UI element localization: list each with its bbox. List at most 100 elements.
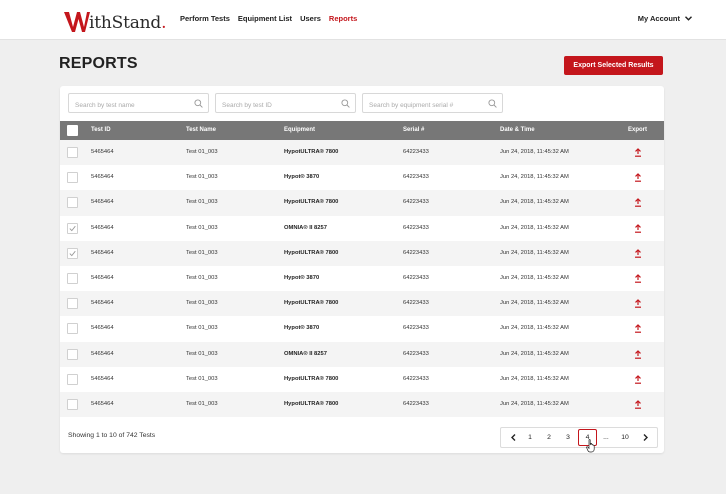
- cell-equipment: Hypot® 3870: [284, 274, 320, 281]
- cell-date-time: Jun 24, 2018, 11:45:32 AM: [500, 149, 569, 155]
- nav-equipment-list[interactable]: Equipment List: [238, 14, 292, 23]
- search-icon[interactable]: [341, 99, 350, 108]
- cell-test-name: Test 01_003: [186, 199, 218, 206]
- row-checkbox[interactable]: [67, 222, 78, 234]
- table-row[interactable]: 5465464 Test 01_003 Hypot® 3870 64223433 Jun…: [60, 316, 664, 341]
- page-title: REPORTS: [59, 55, 138, 72]
- search-filters: [68, 93, 503, 115]
- cell-date-time: Jun 24, 2018, 11:45:32 AM: [500, 300, 569, 307]
- table-row[interactable]: 5465464 Test 01_003 HypotULTRA® 7800 642234…: [60, 240, 664, 266]
- table-row[interactable]: 5465464 Test 01_003 HypotULTRA® 7800 642234…: [60, 190, 664, 216]
- select-all-checkbox[interactable]: [67, 125, 78, 136]
- nav-reports[interactable]: Reports: [329, 14, 357, 23]
- chevron-left-icon: [511, 434, 516, 441]
- row-checkbox[interactable]: [67, 172, 78, 184]
- row-checkbox[interactable]: [67, 323, 78, 335]
- upload-icon[interactable]: [634, 274, 642, 283]
- table-row[interactable]: 5465464 Test 01_003 OMNIA® II 8257 64223433…: [60, 341, 664, 367]
- search-test-name-input[interactable]: [69, 96, 208, 115]
- nav-perform-tests[interactable]: Perform Tests: [180, 14, 230, 23]
- page-3-button[interactable]: 3: [561, 428, 575, 447]
- prev-page-button[interactable]: [507, 428, 519, 447]
- my-account-label: My Account: [637, 14, 680, 23]
- cell-equipment: Hypot® 3870: [284, 325, 320, 332]
- column-date-time[interactable]: Date & Time: [500, 121, 535, 140]
- column-equipment[interactable]: Equipment: [284, 121, 315, 140]
- upload-icon[interactable]: [634, 223, 642, 233]
- cell-date-time: Jun 24, 2018, 11:45:32 AM: [500, 224, 569, 231]
- upload-icon[interactable]: [634, 324, 642, 334]
- row-checkbox[interactable]: [67, 147, 78, 158]
- upload-icon[interactable]: [634, 148, 642, 157]
- column-export: Export: [628, 127, 648, 133]
- next-page-button[interactable]: [639, 428, 651, 447]
- upload-icon[interactable]: [634, 299, 642, 308]
- column-serial[interactable]: Serial #: [403, 121, 424, 140]
- row-checkbox[interactable]: [67, 348, 78, 360]
- page-1-button[interactable]: 1: [523, 428, 537, 447]
- cell-test-id: 5465464: [91, 400, 114, 407]
- page-2-button[interactable]: 2: [542, 428, 556, 447]
- cell-test-id: 5465464: [91, 375, 114, 382]
- table-row[interactable]: 5465464 Test 01_003 OMNIA® II 8257 64223433…: [60, 216, 664, 241]
- pagination: 1 2 3 4 ... 10: [500, 427, 658, 448]
- cell-serial: 64223433: [403, 350, 429, 357]
- cell-test-name: Test 01_003: [186, 400, 218, 407]
- export-selected-results-button[interactable]: Export Selected Results: [564, 56, 663, 75]
- cell-date-time: Jun 24, 2018, 11:45:32 AM: [500, 199, 569, 206]
- cell-serial: 64223433: [403, 224, 429, 231]
- table-row[interactable]: 5465464 Test 01_003 HypotULTRA® 7800 642234…: [60, 140, 664, 166]
- column-test-name[interactable]: Test Name: [186, 121, 216, 140]
- upload-icon[interactable]: [634, 248, 642, 258]
- cell-serial: 64223433: [403, 400, 429, 407]
- upload-icon[interactable]: [634, 173, 642, 182]
- nav-users[interactable]: Users: [300, 14, 321, 23]
- column-test-id[interactable]: Test ID: [91, 121, 111, 140]
- cell-equipment: Hypot® 3870: [284, 174, 320, 181]
- table-row[interactable]: 5465464 Test 01_003 HypotULTRA® 7800 642234…: [60, 291, 664, 317]
- upload-icon[interactable]: [634, 349, 642, 359]
- cell-serial: 64223433: [403, 325, 429, 332]
- cell-date-time: Jun 24, 2018, 11:45:32 AM: [500, 274, 569, 281]
- logo-w-mark: [64, 12, 90, 32]
- cell-test-id: 5465464: [91, 249, 114, 256]
- reports-card: Test ID Test Name Equipment Serial # Dat…: [60, 86, 664, 453]
- cell-test-id: 5465464: [91, 325, 114, 332]
- checkmark-icon: [69, 250, 76, 257]
- row-checkbox[interactable]: [67, 197, 78, 209]
- row-checkbox[interactable]: [67, 373, 78, 385]
- cell-test-name: Test 01_003: [186, 149, 218, 155]
- row-checkbox[interactable]: [67, 298, 78, 310]
- checkmark-icon: [69, 225, 76, 231]
- search-test-id-input[interactable]: [216, 96, 355, 115]
- cell-test-name: Test 01_003: [186, 249, 218, 256]
- search-test-id-field: [215, 93, 356, 115]
- cell-date-time: Jun 24, 2018, 11:45:32 AM: [500, 249, 569, 256]
- row-checkbox[interactable]: [67, 247, 78, 259]
- table-row[interactable]: 5465464 Test 01_003 HypotULTRA® 7800 642234…: [60, 391, 664, 418]
- cell-test-name: Test 01_003: [186, 224, 218, 231]
- search-serial-input[interactable]: [363, 96, 502, 115]
- table-row[interactable]: 5465464 Test 01_003 HypotULTRA® 7800 642234…: [60, 367, 664, 392]
- my-account-menu[interactable]: My Account: [638, 14, 692, 23]
- search-icon[interactable]: [194, 99, 203, 108]
- upload-icon[interactable]: [634, 400, 642, 409]
- row-checkbox[interactable]: [67, 398, 78, 410]
- cell-test-id: 5465464: [91, 174, 114, 181]
- page-10-button[interactable]: 10: [617, 428, 633, 447]
- table-row[interactable]: 5465464 Test 01_003 Hypot® 3870 64223433 Jun…: [60, 165, 664, 190]
- cell-date-time: Jun 24, 2018, 11:45:32 AM: [500, 325, 569, 332]
- cell-test-name: Test 01_003: [186, 350, 218, 357]
- table-row[interactable]: 5465464 Test 01_003 Hypot® 3870 64223433 Jun…: [60, 266, 664, 291]
- upload-icon[interactable]: [634, 198, 642, 208]
- upload-icon[interactable]: [634, 374, 642, 384]
- cell-serial: 64223433: [403, 274, 429, 281]
- table-body: 5465464 Test 01_003 HypotULTRA® 7800 642234…: [60, 140, 664, 418]
- page-ellipsis: ...: [603, 434, 609, 441]
- cell-equipment: HypotULTRA® 7800: [284, 300, 339, 307]
- cell-test-name: Test 01_003: [186, 174, 218, 181]
- row-checkbox[interactable]: [67, 272, 78, 284]
- cell-serial: 64223433: [403, 149, 429, 155]
- withstand-logo[interactable]: ithStand.: [64, 7, 166, 33]
- search-icon[interactable]: [488, 99, 497, 108]
